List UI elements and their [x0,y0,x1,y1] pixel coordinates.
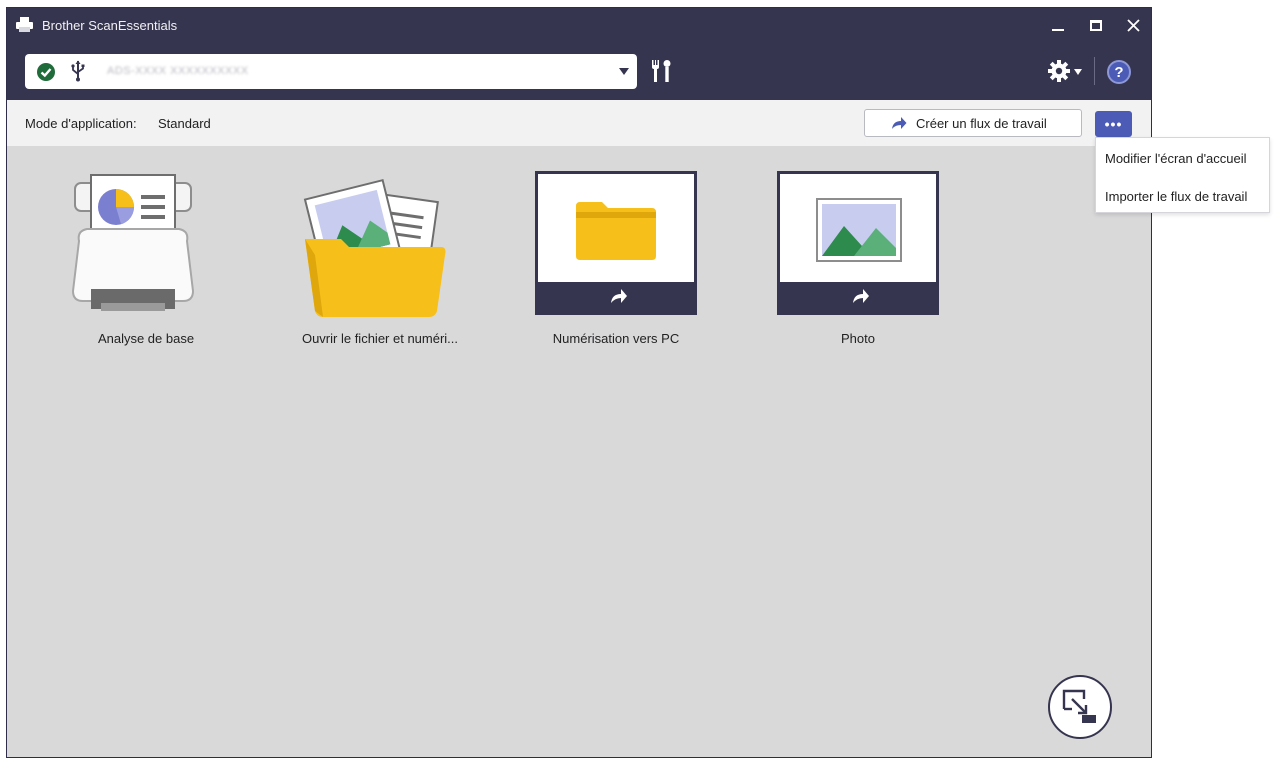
create-workflow-button[interactable]: Créer un flux de travail [864,109,1082,137]
tile-frame [535,171,697,315]
tile-frame [777,171,939,315]
maximize-icon [1090,19,1102,31]
tile-label: Ouvrir le fichier et numéri... [301,331,459,346]
more-options-button[interactable]: ••• [1095,111,1132,137]
app-window: Brother ScanEssentials ADS-XXXX XXXXXXXX… [6,7,1152,758]
minimize-icon [1052,29,1064,31]
status-ok-icon [37,63,55,81]
minimize-button[interactable] [1046,14,1070,36]
chevron-down-icon [619,68,629,75]
device-toolbar: ADS-XXXX XXXXXXXXXX ? [7,43,1151,100]
share-arrow-icon [892,117,907,129]
toolbar-divider [1094,57,1095,85]
gear-icon[interactable] [1047,59,1071,83]
close-button[interactable] [1121,14,1145,36]
printer-icon [16,17,33,32]
tile-label: Numérisation vers PC [552,331,680,346]
title-bar: Brother ScanEssentials [7,8,1151,43]
menu-item-edit-home-screen[interactable]: Modifier l'écran d'accueil [1105,151,1247,166]
window-title: Brother ScanEssentials [42,18,178,33]
close-icon [1126,18,1140,32]
device-name: ADS-XXXX XXXXXXXXXX [107,65,249,77]
maximize-button[interactable] [1084,14,1108,36]
share-arrow-icon [853,289,869,303]
scan-to-screen-icon [1062,689,1096,723]
scanner-icon [71,174,195,311]
more-options-menu: Modifier l'écran d'accueil Importer le f… [1095,137,1270,213]
tools-icon[interactable] [649,58,673,84]
gear-caret-icon[interactable] [1074,69,1082,75]
tile-label: Photo [841,331,875,346]
help-button[interactable]: ? [1107,60,1131,84]
share-arrow-icon [611,289,627,303]
tile-action-band [780,282,936,312]
image-icon [816,198,902,262]
mode-value: Standard [158,116,211,131]
scan-fab-button[interactable] [1048,675,1112,739]
tile-label: Analyse de base [97,331,195,346]
usb-icon [71,60,85,82]
tile-action-band [538,282,694,312]
create-workflow-label: Créer un flux de travail [916,116,1047,131]
folder-with-photos-icon [303,178,446,317]
menu-item-import-workflow[interactable]: Importer le flux de travail [1105,189,1247,204]
device-select[interactable]: ADS-XXXX XXXXXXXXXX [25,54,637,89]
mode-bar: Mode d'application: Standard Créer un fl… [7,100,1151,146]
folder-icon [576,202,656,260]
mode-label: Mode d'application: [25,116,137,131]
